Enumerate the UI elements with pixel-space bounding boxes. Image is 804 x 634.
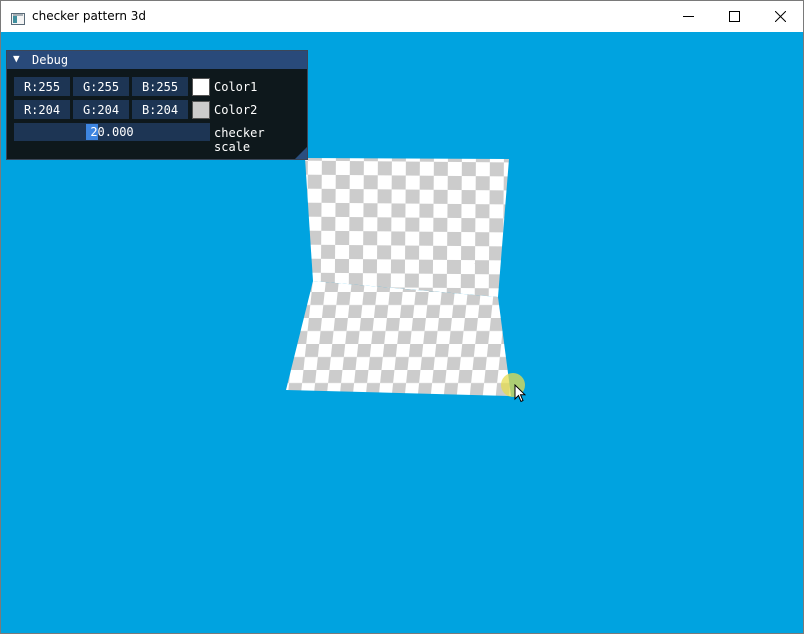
collapse-triangle-icon[interactable]: ▼ — [13, 52, 20, 65]
window-title: checker pattern 3d — [32, 9, 146, 23]
app-window: checker pattern 3d ▼ Debug R:255 G:255 B… — [0, 0, 804, 634]
color2-b-field[interactable]: B:204 — [132, 100, 188, 119]
checker-plane-upper — [305, 158, 509, 297]
resize-grip[interactable] — [295, 147, 307, 159]
close-icon — [774, 7, 786, 26]
color2-swatch[interactable] — [192, 101, 210, 119]
checker-plane-lower — [286, 281, 511, 396]
maximize-button[interactable] — [711, 1, 757, 32]
color2-label: Color2 — [214, 103, 258, 117]
debug-panel[interactable]: ▼ Debug R:255 G:255 B:255 Color1 R:204 G… — [6, 50, 308, 160]
checker-scale-slider[interactable]: 20.000 — [14, 123, 210, 141]
minimize-icon — [682, 7, 694, 26]
color1-g-field[interactable]: G:255 — [73, 77, 129, 96]
debug-panel-title: Debug — [32, 53, 69, 67]
color1-label: Color1 — [214, 80, 258, 94]
close-button[interactable] — [757, 1, 803, 32]
app-window-icon — [11, 10, 25, 25]
checker-scale-value: 20.000 — [90, 125, 134, 139]
maximize-icon — [728, 7, 740, 26]
title-bar[interactable]: checker pattern 3d — [1, 1, 803, 32]
render-viewport[interactable]: ▼ Debug R:255 G:255 B:255 Color1 R:204 G… — [1, 32, 803, 633]
mouse-pointer-icon — [514, 383, 527, 407]
color2-r-field[interactable]: R:204 — [14, 100, 70, 119]
debug-panel-header[interactable]: ▼ Debug — [7, 51, 307, 69]
minimize-button[interactable] — [665, 1, 711, 32]
checker-scale-label: checker scale — [214, 126, 265, 154]
color1-r-field[interactable]: R:255 — [14, 77, 70, 96]
color1-b-field[interactable]: B:255 — [132, 77, 188, 96]
color1-swatch[interactable] — [192, 78, 210, 96]
color2-g-field[interactable]: G:204 — [73, 100, 129, 119]
